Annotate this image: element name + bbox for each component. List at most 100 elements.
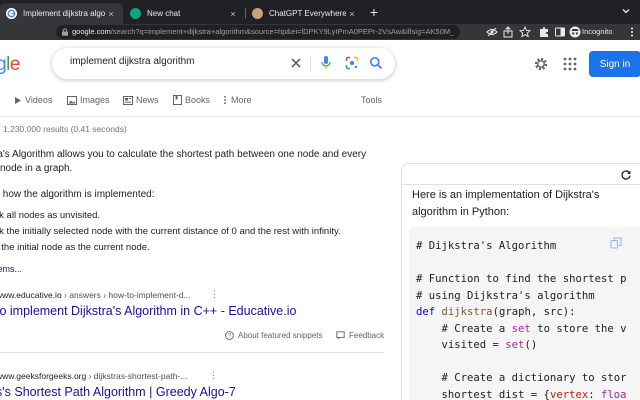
- new-tab-button[interactable]: +: [366, 4, 382, 20]
- chatgpt-favicon-icon: [130, 8, 141, 19]
- code-string: vertex: [549, 389, 589, 400]
- google-apps-grid-icon[interactable]: [563, 57, 577, 71]
- tab-chatgpt-everywhere[interactable]: ChatGPT Everywhere ×: [246, 3, 364, 24]
- tab-label: ChatGPT Everywhere: [269, 9, 346, 18]
- address-bar[interactable]: google.com/search?q=implement+dijkstra+a…: [56, 25, 460, 39]
- share-icon[interactable]: [502, 26, 514, 38]
- snippet-line: node in a graph.: [0, 163, 73, 174]
- about-featured-snippets[interactable]: ? About featured snippets: [225, 331, 323, 340]
- tab-videos-label: Videos: [25, 95, 53, 105]
- feedback-icon: [336, 331, 345, 340]
- google-lens-icon[interactable]: [345, 56, 359, 70]
- image-icon: [67, 95, 77, 105]
- browser-menu-icon[interactable]: [626, 26, 638, 38]
- search-icon[interactable]: [369, 56, 383, 70]
- code-builtin: set: [505, 339, 525, 351]
- more-items-link[interactable]: tems...: [0, 264, 22, 274]
- browser-toolbar: google.com/search?q=implement+dijkstra+a…: [0, 24, 640, 40]
- result-cite[interactable]: www.educative.io › answers › how-to-impl…: [0, 290, 191, 300]
- result-title-link[interactable]: s's Shortest Path Algorithm | Greedy Alg…: [0, 385, 236, 399]
- tab-news[interactable]: News: [123, 95, 159, 105]
- search-input[interactable]: implement dijkstra algorithm: [70, 56, 195, 67]
- result-options-icon[interactable]: ⋮: [209, 370, 218, 381]
- book-icon: [173, 95, 182, 105]
- bookmark-star-icon[interactable]: [519, 26, 531, 38]
- snippet-list-item: t the initial node as the current node.: [0, 242, 150, 253]
- incognito-avatar-icon[interactable]: [569, 26, 581, 38]
- code-text: (): [524, 339, 538, 351]
- tab-search-chevron-icon[interactable]: [620, 6, 632, 18]
- result-path: › dijkstras-shortest-path-...: [86, 371, 188, 381]
- result-cite[interactable]: www.geeksforgeeks.org › dijkstras-shorte…: [0, 371, 187, 381]
- snippet-list-item: rk the initially selected node with the …: [0, 226, 341, 237]
- code-line: visited = set(): [416, 339, 538, 351]
- tab-close-icon[interactable]: ×: [346, 9, 358, 19]
- code-line: shortest_dist = {vertex: floa: [416, 389, 627, 400]
- code-builtin: floa: [600, 389, 627, 400]
- result-host: www.educative.io: [0, 290, 62, 300]
- incognito-label: Incognito: [582, 27, 613, 36]
- url-host: google.com: [72, 27, 111, 36]
- code-block: # Dijkstra's Algorithm # Function to fin…: [409, 227, 640, 400]
- tab-label: New chat: [147, 9, 181, 18]
- search-box[interactable]: implement dijkstra algorithm: [52, 48, 395, 79]
- tab-close-icon[interactable]: ×: [227, 9, 239, 19]
- feedback-label: Feedback: [349, 331, 385, 340]
- code-text: to store the v: [530, 323, 627, 335]
- results-divider: [0, 352, 384, 353]
- result-host: www.geeksforgeeks.org: [0, 371, 87, 381]
- tab-label: Implement dijkstra algorithm -: [23, 9, 105, 18]
- microphone-icon[interactable]: [320, 55, 332, 71]
- code-builtin: set: [511, 323, 531, 335]
- sign-in-button[interactable]: Sign in: [589, 51, 640, 77]
- code-line: # Function to find the shortest p: [416, 273, 627, 285]
- lock-icon: [62, 28, 68, 36]
- tab-google-search[interactable]: Implement dijkstra algorithm - ×: [0, 3, 123, 24]
- tools-label: Tools: [361, 95, 383, 105]
- search-type-tabs: Videos Images News Books More Tools: [0, 93, 640, 109]
- news-icon: [123, 95, 133, 105]
- incognito-eye-off-icon[interactable]: [486, 26, 498, 38]
- snippet-list-heading: s how the algorithm is implemented:: [0, 189, 155, 200]
- tab-videos[interactable]: Videos: [13, 95, 52, 105]
- tab-images-label: Images: [80, 95, 110, 105]
- clear-icon[interactable]: [289, 56, 303, 70]
- code-keyword: def: [416, 306, 436, 318]
- tab-new-chat[interactable]: New chat ×: [124, 3, 245, 24]
- video-play-icon: [15, 96, 21, 104]
- extension-favicon-icon: [252, 8, 263, 19]
- tab-strip: Implement dijkstra algorithm - × New cha…: [0, 0, 640, 24]
- sidebar-toggle-icon[interactable]: [554, 26, 566, 38]
- tab-close-icon[interactable]: ×: [105, 9, 117, 19]
- settings-gear-icon[interactable]: [533, 56, 549, 72]
- tab-books[interactable]: Books: [173, 95, 210, 105]
- header-divider: [0, 116, 640, 117]
- code-line: # Create a set to store the v: [416, 323, 627, 335]
- chatgpt-answer-panel: Here is an implementation of Dijkstra's …: [401, 163, 640, 400]
- snippet-list-item: rk all nodes as unvisited.: [0, 210, 101, 221]
- answer-line: Here is an implementation of Dijkstra's: [412, 189, 600, 201]
- feedback-link[interactable]: Feedback: [336, 331, 384, 340]
- google-favicon-icon: [6, 8, 17, 19]
- tab-more[interactable]: More: [222, 95, 252, 105]
- result-options-icon[interactable]: ⋮: [210, 289, 219, 300]
- code-line: def dijkstra(graph, src):: [416, 306, 575, 318]
- tab-books-label: Books: [185, 95, 211, 105]
- result-title-link[interactable]: to implement Dijkstra's Algorithm in C++…: [0, 304, 296, 318]
- tools-button[interactable]: Tools: [361, 95, 382, 105]
- url-path: /search?q=implement+dijkstra+algorithm&s…: [110, 27, 454, 36]
- copy-icon[interactable]: [610, 237, 622, 249]
- tab-images[interactable]: Images: [67, 95, 110, 105]
- extensions-puzzle-icon[interactable]: [538, 26, 550, 38]
- google-logo[interactable]: ogle: [0, 54, 20, 76]
- code-line: # using Dijkstra's algorithm: [416, 290, 595, 302]
- code-text: # Create a: [416, 323, 512, 335]
- code-text: (graph, src):: [492, 306, 576, 318]
- result-path: › answers › how-to-implement-d...: [61, 290, 191, 300]
- answer-line: algorithm in Python:: [412, 206, 510, 218]
- about-snippets-label: About featured snippets: [238, 331, 323, 340]
- refresh-icon[interactable]: [620, 169, 632, 181]
- answer-intro: Here is an implementation of Dijkstra's …: [412, 187, 632, 221]
- tab-news-label: News: [136, 95, 159, 105]
- featured-snippet-text: ra's Algorithm allows you to calculate t…: [0, 148, 394, 176]
